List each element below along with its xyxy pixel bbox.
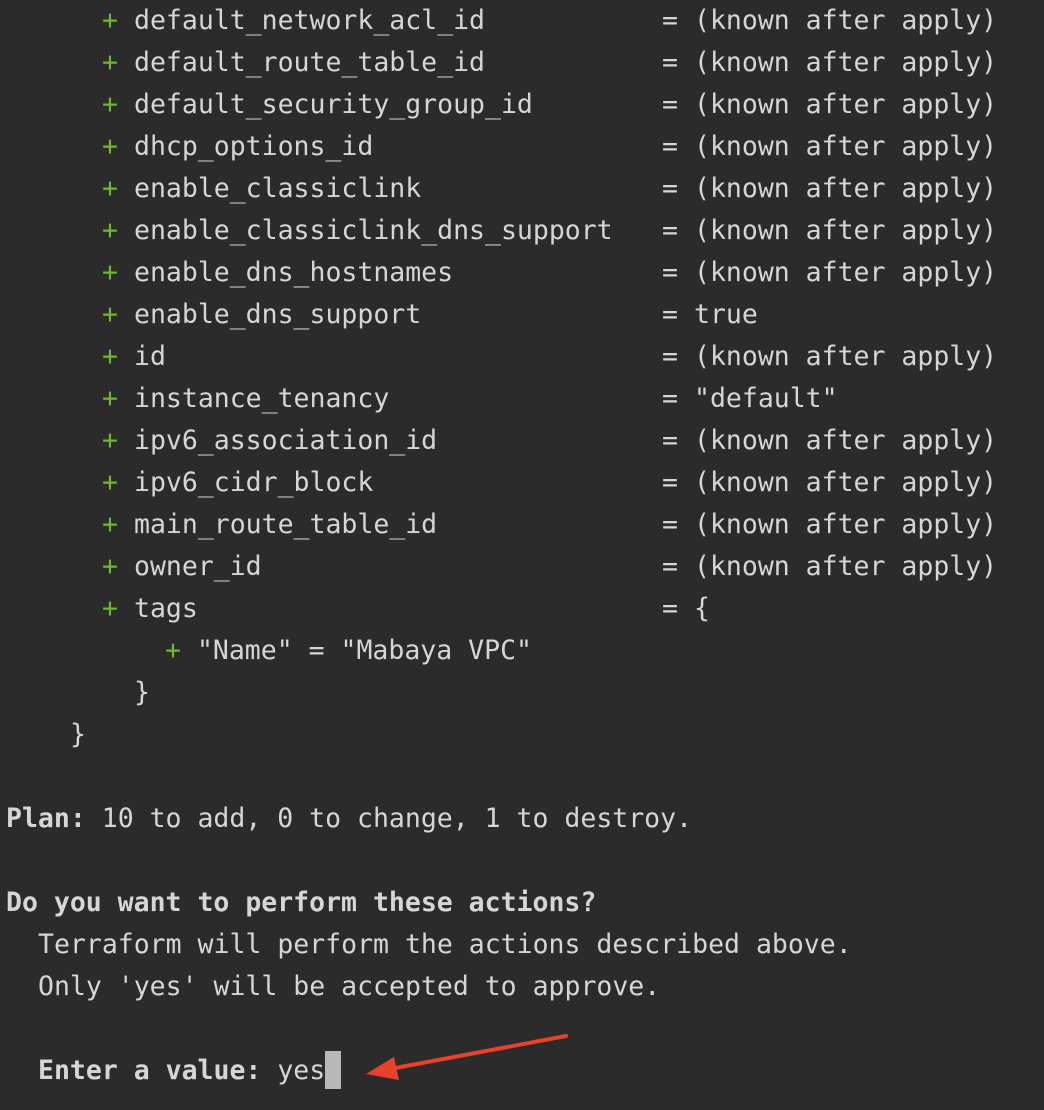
equals-sign: = [662, 509, 678, 540]
resource-close-brace: } [70, 719, 86, 750]
attribute-value: (known after apply) [694, 467, 998, 498]
attribute-name: default_network_acl_id [134, 5, 485, 36]
plus-sign: + [102, 299, 118, 330]
attribute-name: id [134, 341, 166, 372]
tags-close-brace: } [134, 677, 150, 708]
plus-sign: + [102, 509, 118, 540]
equals-sign: = [662, 215, 678, 246]
plus-sign: + [102, 47, 118, 78]
attribute-name: instance_tenancy [134, 383, 390, 414]
plus-sign: + [165, 635, 181, 666]
attribute-name: ipv6_association_id [134, 425, 438, 456]
plan-summary: Plan: 10 to add, 0 to change, 1 to destr… [6, 798, 692, 840]
attribute-value: (known after apply) [694, 551, 998, 582]
equals-sign: = [662, 467, 678, 498]
attribute-value: { [694, 593, 710, 624]
attribute-name: enable_classiclink_dns_support [134, 215, 613, 246]
attribute-value: (known after apply) [694, 341, 998, 372]
equals-sign: = [662, 593, 678, 624]
attribute-value: (known after apply) [694, 173, 998, 204]
attribute-name: default_route_table_id [134, 47, 485, 78]
equals-sign: = [662, 425, 678, 456]
attribute-value: (known after apply) [694, 47, 998, 78]
prompt-question: Do you want to perform these actions? [6, 887, 597, 918]
tag-entry-text: "Name" = "Mabaya VPC" [196, 635, 532, 666]
red-arrow-icon [366, 1034, 568, 1080]
equals-sign: = [662, 173, 678, 204]
plus-sign: + [102, 551, 118, 582]
input-label: Enter a value: [38, 1055, 262, 1086]
input-line[interactable]: Enter a value: yes [38, 1050, 342, 1092]
attribute-value: (known after apply) [694, 425, 998, 456]
attribute-name: enable_dns_support [134, 299, 422, 330]
tag-entry: + "Name" = "Mabaya VPC" [165, 630, 532, 672]
plus-sign: + [102, 383, 118, 414]
attribute-name: main_route_table_id [134, 509, 438, 540]
text-cursor [325, 1050, 342, 1089]
plan-text: 10 to add, 0 to change, 1 to destroy. [85, 803, 693, 834]
attribute-name: default_security_group_id [134, 89, 533, 120]
equals-sign: = [662, 341, 678, 372]
attribute-name: enable_classiclink [134, 173, 422, 204]
attribute-value: (known after apply) [694, 89, 998, 120]
plus-sign: + [102, 131, 118, 162]
equals-sign: = [662, 5, 678, 36]
plus-sign: + [102, 173, 118, 204]
attribute-name: owner_id [134, 551, 262, 582]
plus-sign: + [102, 593, 118, 624]
plus-sign: + [102, 341, 118, 372]
attribute-name: dhcp_options_id [134, 131, 374, 162]
input-value[interactable]: yes [261, 1055, 325, 1086]
plus-sign: + [102, 467, 118, 498]
equals-sign: = [662, 131, 678, 162]
equals-sign: = [662, 89, 678, 120]
plus-sign: + [102, 89, 118, 120]
attribute-value: (known after apply) [694, 509, 998, 540]
attribute-name: ipv6_cidr_block [134, 467, 374, 498]
equals-sign: = [662, 551, 678, 582]
plan-label: Plan: [6, 803, 86, 834]
equals-sign: = [662, 257, 678, 288]
attribute-value: (known after apply) [694, 131, 998, 162]
equals-sign: = [662, 47, 678, 78]
attribute-value: (known after apply) [694, 257, 998, 288]
prompt-line-2: Only 'yes' will be accepted to approve. [38, 971, 661, 1002]
plus-sign: + [102, 425, 118, 456]
prompt-line-1: Terraform will perform the actions descr… [38, 929, 852, 960]
equals-sign: = [662, 299, 678, 330]
attribute-value: true [694, 299, 758, 330]
plus-sign: + [102, 5, 118, 36]
attribute-value: (known after apply) [694, 215, 998, 246]
attribute-value: "default" [694, 383, 838, 414]
equals-sign: = [662, 383, 678, 414]
attribute-name: tags [134, 593, 198, 624]
plus-sign: + [102, 257, 118, 288]
plus-sign: + [102, 215, 118, 246]
attribute-name: enable_dns_hostnames [134, 257, 454, 288]
terminal-output: + default_network_acl_id = (known after app… [6, 0, 1044, 1110]
attribute-value: (known after apply) [694, 5, 998, 36]
